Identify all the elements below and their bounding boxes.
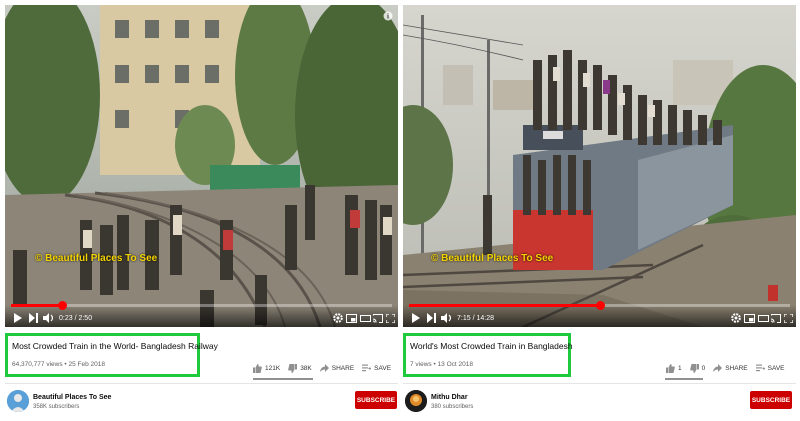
settings-icon[interactable] [333,313,343,323]
watermark: © Beautiful Places To See [35,253,158,264]
subscriber-count: 380 subscribers [431,404,474,410]
play-icon[interactable] [13,313,22,323]
video-meta: 7 views • 13 Oct 2018 [410,361,473,368]
video-panel-right: © Beautiful Places To See 7:15 / 14:28 W… [403,5,796,417]
fullscreen-icon[interactable] [784,314,793,323]
avatar[interactable] [7,390,29,412]
play-icon[interactable] [411,313,420,323]
like-count: 1 [678,364,682,372]
miniplayer-icon[interactable] [744,314,755,323]
video-meta: 64,370,777 views • 25 Feb 2018 [12,361,105,368]
like-ratio-bar [665,378,703,380]
divider [403,383,796,384]
subscribe-button[interactable]: SUBSCRIBE [750,391,792,409]
channel-name[interactable]: Mithu Dhar [431,394,468,401]
theater-icon[interactable] [758,314,769,323]
subscribe-button[interactable]: SUBSCRIBE [355,391,397,409]
dislike-icon [288,363,298,373]
dislike-button[interactable]: 0 [689,363,706,373]
progress-bar[interactable] [409,301,790,310]
title-highlight-box: Most Crowded Train in the World- Banglad… [5,333,218,377]
volume-icon[interactable] [441,313,452,323]
video-panel-left: © Beautiful Places To See 0:23 / 2:50 Mo… [5,5,398,417]
cast-icon[interactable] [771,314,781,323]
watermark: © Beautiful Places To See [431,253,554,264]
video-frame [403,5,796,327]
save-icon [362,364,372,372]
like-count: 121K [265,364,281,372]
next-icon[interactable] [29,313,38,323]
info-icon[interactable] [383,11,393,21]
video-title: World's Most Crowded Train in Bangladesh [410,341,573,351]
video-player[interactable]: © Beautiful Places To See 0:23 / 2:50 [5,5,398,327]
share-button[interactable]: SHARE [319,364,354,372]
save-icon [755,364,765,372]
dislike-button[interactable]: 38K [288,363,312,373]
progress-bar[interactable] [11,301,392,310]
theater-icon[interactable] [360,314,371,323]
miniplayer-icon[interactable] [346,314,357,323]
progress-scrubber[interactable] [595,301,605,310]
title-highlight-box: World's Most Crowded Train in Bangladesh… [403,333,573,377]
next-icon[interactable] [427,313,436,323]
time-display: 0:23 / 2:50 [59,315,93,322]
share-icon [713,364,723,372]
progress-fill [11,304,63,307]
subscriber-count: 358K subscribers [33,404,80,410]
like-icon [253,363,262,373]
divider [5,383,398,384]
action-row: 1 0 SHARE SAVE [658,360,785,376]
like-button[interactable]: 121K [253,363,281,373]
action-row: 121K 38K SHARE SAVE [245,360,391,376]
dislike-icon [689,363,699,373]
dislike-count: 0 [701,364,706,372]
volume-icon[interactable] [43,313,54,323]
like-button[interactable]: 1 [666,363,682,373]
like-ratio-bar [253,378,313,380]
video-frame [5,5,398,327]
like-icon [666,363,675,373]
dislike-count: 38K [300,364,312,372]
video-player[interactable]: © Beautiful Places To See 7:15 / 14:28 [403,5,796,327]
settings-icon[interactable] [731,313,741,323]
cast-icon[interactable] [373,314,383,323]
save-button[interactable]: SAVE [362,364,391,372]
time-display: 7:15 / 14:28 [457,315,494,322]
progress-fill [409,304,600,307]
avatar[interactable] [405,390,427,412]
video-title: Most Crowded Train in the World- Banglad… [12,341,218,351]
save-button[interactable]: SAVE [755,364,785,372]
fullscreen-icon[interactable] [386,314,395,323]
share-icon [319,364,329,372]
channel-name[interactable]: Beautiful Places To See [33,394,111,401]
share-button[interactable]: SHARE [713,364,748,372]
